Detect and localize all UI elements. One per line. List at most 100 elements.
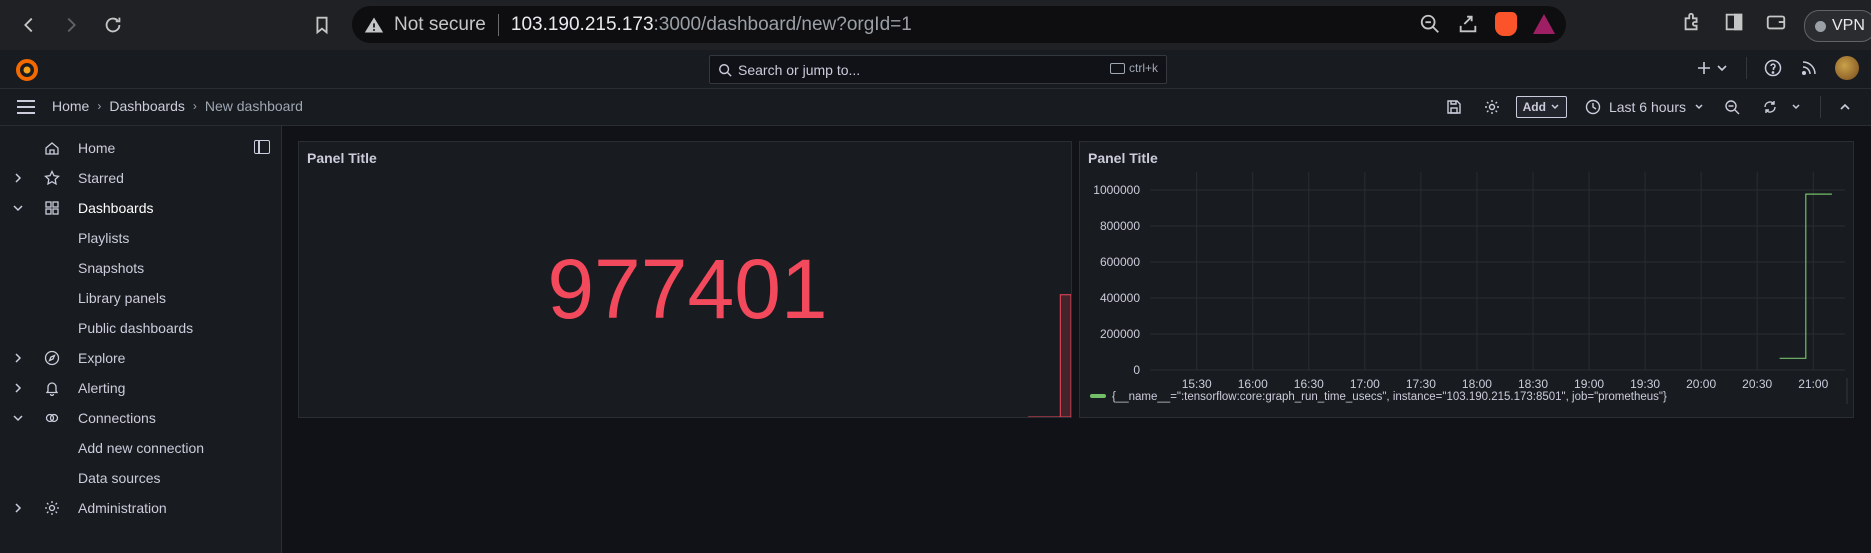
breadcrumb-dashboards[interactable]: Dashboards xyxy=(109,98,185,114)
help-button[interactable] xyxy=(1763,58,1783,78)
back-arrow-icon xyxy=(24,17,33,33)
wallet-button[interactable] xyxy=(1764,10,1788,34)
toolbar-divider xyxy=(1820,96,1821,118)
bookmark-button[interactable] xyxy=(309,12,335,38)
x-tick-label: 18:00 xyxy=(1462,377,1492,391)
sidebar-item-home[interactable]: Home xyxy=(0,134,281,162)
chevron-right-icon[interactable] xyxy=(12,352,24,364)
zoom-button[interactable] xyxy=(1418,12,1442,36)
sidebar-icon xyxy=(1725,13,1743,31)
back-button[interactable] xyxy=(16,12,42,38)
vpn-button[interactable]: VPN xyxy=(1804,10,1871,42)
y-tick-label: 400000 xyxy=(1100,291,1140,305)
x-tick-label: 18:30 xyxy=(1518,377,1548,391)
grafana-topbar: Search or jump to... ctrl+k xyxy=(0,50,1871,89)
plus-icon xyxy=(1698,62,1727,74)
browser-toolbar: Not secure 103.190.215.173:3000/dashboar… xyxy=(0,0,1871,50)
help-icon xyxy=(1764,59,1782,77)
sidebar-item-label: Explore xyxy=(78,350,126,366)
x-tick-label: 16:00 xyxy=(1238,377,1268,391)
forward-arrow-icon xyxy=(67,17,76,33)
sidebar-item-data-sources[interactable]: Data sources xyxy=(0,464,281,492)
cog-icon xyxy=(45,501,59,515)
brave-rewards-button[interactable] xyxy=(1532,12,1556,36)
sidebar-item-label: Add new connection xyxy=(78,440,205,456)
collapse-toolbar-button[interactable] xyxy=(1835,97,1855,117)
x-tick-label: 19:30 xyxy=(1630,377,1660,391)
legend-label[interactable]: {__name__=":tensorflow:core:graph_run_ti… xyxy=(1112,391,1667,403)
extensions-button[interactable] xyxy=(1680,10,1704,34)
sidebar-toggle-button[interactable] xyxy=(1722,10,1746,34)
forward-button[interactable] xyxy=(58,12,84,38)
sidebar-item-add-new-connection[interactable]: Add new connection xyxy=(0,434,281,462)
stat-panel[interactable]: Panel Title 977401 xyxy=(298,141,1072,418)
sidebar-item-administration[interactable]: Administration xyxy=(0,494,281,522)
x-tick-label: 20:30 xyxy=(1742,377,1772,391)
chevron-right-icon: › xyxy=(97,99,102,113)
brave-lion-icon xyxy=(1495,12,1517,36)
url-path[interactable]: :3000/dashboard/new?orgId=1 xyxy=(654,14,912,36)
url-host[interactable]: 103.190.215.173 xyxy=(511,14,654,36)
save-dashboard-button[interactable] xyxy=(1444,97,1464,117)
search-placeholder: Search or jump to... xyxy=(738,61,861,78)
nav-sidebar: Home Starred Dashboards Playlists Snapshots L… xyxy=(0,126,282,553)
x-tick-label: 17:30 xyxy=(1406,377,1436,391)
refresh-interval-dropdown[interactable] xyxy=(1786,97,1806,117)
sidebar-item-label: Data sources xyxy=(78,470,161,486)
cog-icon xyxy=(1484,100,1499,114)
sidebar-item-label: Snapshots xyxy=(78,260,145,276)
dashboard-settings-button[interactable] xyxy=(1482,97,1502,117)
sidebar-item-connections[interactable]: Connections xyxy=(0,404,281,432)
sidebar-item-starred[interactable]: Starred xyxy=(0,164,281,192)
address-bar[interactable]: Not secure 103.190.215.173:3000/dashboar… xyxy=(352,6,1566,43)
connections-icon xyxy=(45,413,59,423)
vpn-label: VPN xyxy=(1832,17,1865,34)
apps-icon xyxy=(45,201,59,215)
time-range-picker[interactable]: Last 6 hours xyxy=(1585,99,1704,115)
share-button[interactable] xyxy=(1456,12,1480,36)
keyboard-icon xyxy=(1109,62,1125,74)
warning-icon xyxy=(364,17,384,32)
time-range-label: Last 6 hours xyxy=(1608,99,1686,115)
sidebar-item-dashboards[interactable]: Dashboards xyxy=(0,194,281,222)
chevron-down-icon[interactable] xyxy=(12,202,24,214)
sidebar-item-label: Alerting xyxy=(78,380,126,396)
x-tick-label: 19:00 xyxy=(1574,377,1604,391)
grafana-logo-icon[interactable] xyxy=(14,57,40,83)
star-icon xyxy=(44,170,60,186)
breadcrumb-home[interactable]: Home xyxy=(52,98,89,114)
refresh-button[interactable] xyxy=(1760,97,1780,117)
zoom-out-time-button[interactable] xyxy=(1722,97,1742,117)
chevron-down-icon[interactable] xyxy=(12,412,24,424)
not-secure-label[interactable]: Not secure xyxy=(394,14,486,36)
sidebar-item-public-dashboards[interactable]: Public dashboards xyxy=(0,314,281,342)
search-shortcut-label: ctrl+k xyxy=(1128,61,1158,75)
news-button[interactable] xyxy=(1799,58,1819,78)
new-menu-button[interactable] xyxy=(1696,58,1730,78)
brave-shields-button[interactable] xyxy=(1494,12,1518,36)
search-icon xyxy=(719,63,732,77)
sidebar-item-playlists[interactable]: Playlists xyxy=(0,224,281,252)
x-tick-label: 20:00 xyxy=(1686,377,1716,391)
user-avatar[interactable] xyxy=(1835,56,1859,80)
chevron-right-icon[interactable] xyxy=(12,172,24,184)
save-icon xyxy=(1446,100,1461,114)
menu-icon[interactable] xyxy=(16,99,36,115)
y-tick-label: 0 xyxy=(1133,363,1140,377)
sidebar-item-label: Connections xyxy=(78,410,156,426)
add-button[interactable]: Add xyxy=(1515,96,1567,118)
reload-button[interactable] xyxy=(100,12,126,38)
x-tick-label: 21:00 xyxy=(1798,377,1828,391)
sidebar-item-alerting[interactable]: Alerting xyxy=(0,374,281,402)
timeseries-panel[interactable]: Panel Title 0 200000 400000 600000 800000 100… xyxy=(1079,141,1854,418)
sidebar-item-snapshots[interactable]: Snapshots xyxy=(0,254,281,282)
search-bar[interactable]: Search or jump to... ctrl+k xyxy=(709,55,1167,84)
chevron-up-icon xyxy=(1840,103,1850,110)
url-divider xyxy=(497,13,499,36)
chevron-right-icon[interactable] xyxy=(12,502,24,514)
sidebar-item-library-panels[interactable]: Library panels xyxy=(0,284,281,312)
chevron-right-icon[interactable] xyxy=(12,382,24,394)
chevron-down-icon xyxy=(1792,104,1800,110)
sidebar-item-explore[interactable]: Explore xyxy=(0,344,281,372)
bell-icon xyxy=(45,382,59,396)
